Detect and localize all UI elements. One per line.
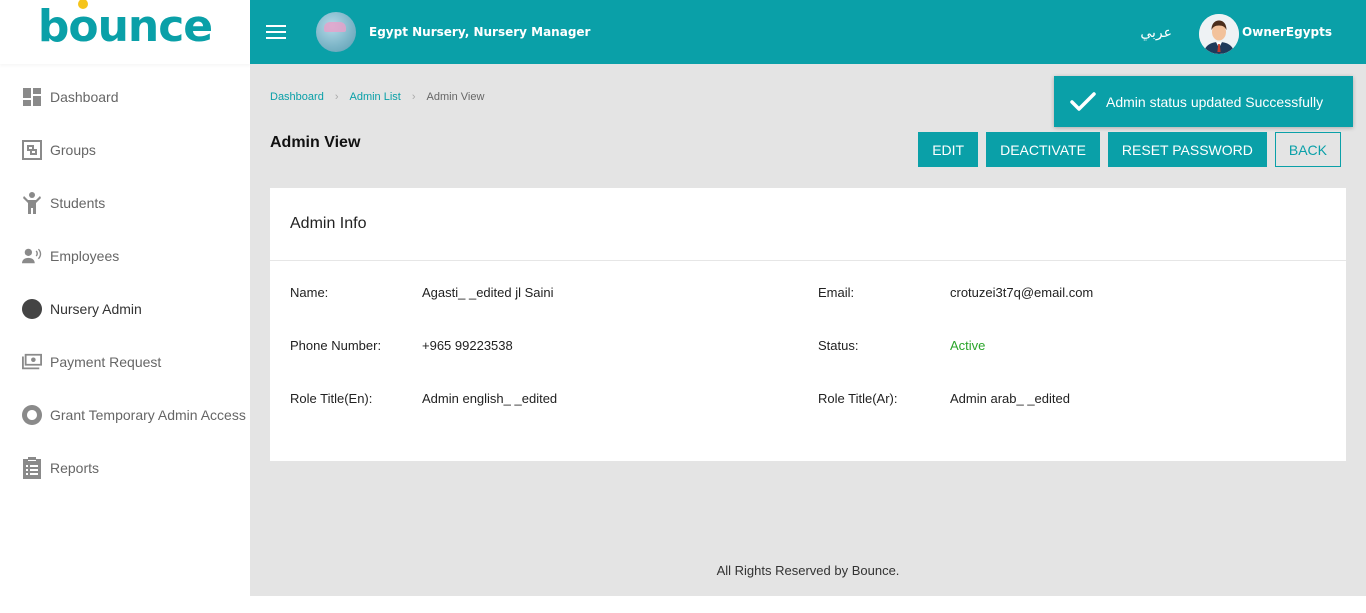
groups-icon bbox=[22, 139, 42, 160]
card-title: Admin Info bbox=[270, 188, 1346, 261]
email-label: Email: bbox=[818, 285, 855, 300]
sidebar-item-dashboard[interactable]: Dashboard bbox=[0, 70, 250, 123]
top-bar: Egypt Nursery, Nursery Manager عربي Owne… bbox=[250, 0, 1366, 64]
sidebar-item-label: Dashboard bbox=[50, 88, 119, 105]
main-content: Dashboard › Admin List › Admin View Admi… bbox=[250, 64, 1366, 596]
toast-message: Admin status updated Successfully bbox=[1106, 93, 1324, 110]
email-value: crotuzei3t7q@email.com bbox=[950, 285, 1094, 300]
breadcrumb-dashboard[interactable]: Dashboard bbox=[270, 91, 324, 103]
hamburger-menu-icon[interactable] bbox=[266, 25, 286, 39]
breadcrumb-admin-list[interactable]: Admin List bbox=[350, 91, 401, 103]
status-badge: Active bbox=[950, 338, 986, 353]
sidebar-item-label: Grant Temporary Admin Access bbox=[50, 406, 246, 423]
sidebar-item-label: Groups bbox=[50, 141, 96, 158]
logo-area[interactable]: bo unce bbox=[0, 0, 250, 64]
sidebar-item-label: Students bbox=[50, 194, 106, 211]
success-toast[interactable]: Admin status updated Successfully bbox=[1054, 76, 1353, 127]
user-avatar-icon bbox=[1199, 14, 1239, 54]
bottom-strip bbox=[250, 596, 1366, 613]
org-name: Egypt Nursery, Nursery Manager bbox=[369, 25, 591, 39]
back-button[interactable]: BACK bbox=[1274, 132, 1341, 167]
nursery-admin-icon bbox=[22, 298, 42, 319]
name-label: Name: bbox=[290, 285, 329, 300]
phone-label: Phone Number: bbox=[290, 338, 382, 353]
bounce-logo[interactable]: bo unce bbox=[38, 0, 213, 52]
status-label: Status: bbox=[818, 338, 859, 353]
breadcrumb-current: Admin View bbox=[426, 91, 485, 103]
deactivate-button[interactable]: DEACTIVATE bbox=[986, 132, 1100, 167]
chevron-right-icon: › bbox=[334, 91, 339, 103]
page-title: Admin View bbox=[270, 134, 361, 151]
payment-icon bbox=[22, 352, 42, 372]
sidebar-item-label: Employees bbox=[50, 247, 120, 264]
students-icon bbox=[22, 191, 42, 214]
sidebar: bo unce Dashboard Groups Students Employe… bbox=[0, 0, 250, 613]
role-ar-value: Admin arab_ _edited bbox=[950, 391, 1070, 406]
role-en-label: Role Title(En): bbox=[290, 391, 373, 406]
dashboard-icon bbox=[22, 87, 42, 107]
sidebar-item-payment-request[interactable]: Payment Request bbox=[0, 335, 250, 388]
sidebar-item-students[interactable]: Students bbox=[0, 176, 250, 229]
sidebar-item-label: Reports bbox=[50, 459, 100, 476]
footer-text: All Rights Reserved by Bounce. bbox=[716, 563, 900, 578]
name-value: Agasti_ _edited jl Saini bbox=[422, 285, 554, 300]
sidebar-item-reports[interactable]: Reports bbox=[0, 441, 250, 494]
lifebuoy-icon bbox=[22, 404, 42, 425]
user-avatar[interactable] bbox=[1199, 14, 1239, 54]
sidebar-nav: Dashboard Groups Students Employees Nurs… bbox=[0, 70, 250, 494]
sidebar-item-label: Nursery Admin bbox=[50, 300, 142, 317]
edit-button[interactable]: EDIT bbox=[918, 132, 979, 167]
action-buttons: EDIT DEACTIVATE RESET PASSWORD BACK bbox=[918, 132, 1341, 167]
sidebar-item-employees[interactable]: Employees bbox=[0, 229, 250, 282]
reset-password-button[interactable]: RESET PASSWORD bbox=[1107, 132, 1267, 167]
breadcrumb: Dashboard › Admin List › Admin View bbox=[270, 91, 484, 103]
language-toggle[interactable]: عربي bbox=[1140, 24, 1172, 41]
role-en-value: Admin english_ _edited bbox=[422, 391, 558, 406]
employees-icon bbox=[22, 246, 42, 266]
phone-value: +965 99223538 bbox=[422, 338, 513, 353]
sidebar-item-groups[interactable]: Groups bbox=[0, 123, 250, 176]
user-name[interactable]: OwnerEgypts bbox=[1242, 25, 1332, 39]
org-avatar bbox=[316, 12, 356, 52]
chevron-right-icon: › bbox=[411, 91, 416, 103]
role-ar-label: Role Title(Ar): bbox=[818, 391, 898, 406]
checkmark-icon bbox=[1070, 91, 1096, 111]
admin-info-card: Admin Info Name: Agasti_ _edited jl Sain… bbox=[270, 188, 1346, 461]
sidebar-item-label: Payment Request bbox=[50, 353, 162, 370]
clipboard-icon bbox=[22, 456, 42, 479]
sidebar-item-grant-temporary-admin-access[interactable]: Grant Temporary Admin Access bbox=[0, 388, 250, 441]
sidebar-item-nursery-admin[interactable]: Nursery Admin bbox=[0, 282, 250, 335]
